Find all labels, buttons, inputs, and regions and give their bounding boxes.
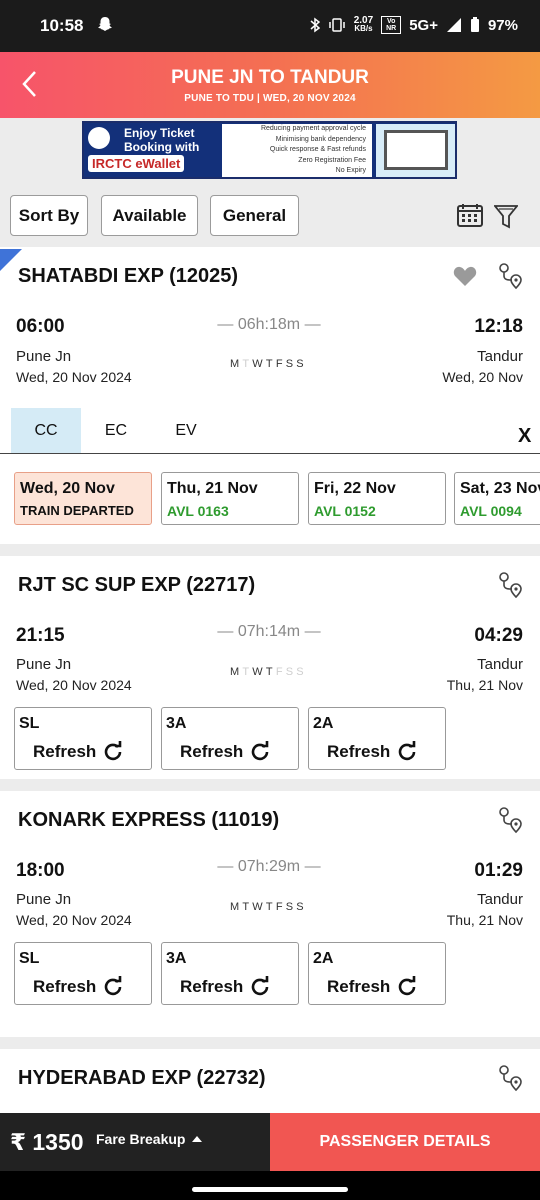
close-classes-button[interactable]: X: [518, 425, 531, 448]
train-name: SHATABDI EXP (12025): [18, 265, 239, 287]
destination-station: Tandur: [477, 891, 523, 908]
departure-date: Wed, 20 Nov 2024: [16, 677, 132, 693]
refresh-icon[interactable]: [396, 741, 418, 763]
class-availability-card[interactable]: SL Refresh: [14, 707, 152, 770]
departure-time: 06:00: [16, 316, 65, 337]
route-icon[interactable]: [497, 1064, 523, 1092]
signal-icon: [446, 18, 461, 32]
banner-headline: Enjoy Ticket Booking with: [124, 126, 200, 154]
status-bar: 10:58 2.07 KB/s Vo NR 5G+ 97%: [0, 0, 540, 52]
route-icon[interactable]: [497, 806, 523, 834]
class-availability-card[interactable]: 3A Refresh: [161, 942, 299, 1005]
network-type: 5G+: [409, 16, 438, 34]
class-availability-card[interactable]: 2A Refresh: [308, 707, 446, 770]
arrival-date: Thu, 21 Nov: [446, 912, 523, 928]
train-name: RJT SC SUP EXP (22717): [18, 574, 256, 596]
sort-by-button[interactable]: Sort By: [10, 195, 88, 236]
running-days: MTWTFSS: [230, 901, 307, 913]
class-tab-ev[interactable]: EV: [151, 408, 221, 453]
origin-station: Pune Jn: [16, 348, 72, 365]
page-title: PUNE JN TO TANDUR: [171, 67, 369, 88]
home-gesture-handle[interactable]: [192, 1187, 348, 1192]
banner-illustration: [376, 124, 455, 177]
filter-icon[interactable]: [494, 204, 518, 230]
divider: [0, 453, 540, 454]
calendar-icon[interactable]: [457, 203, 483, 227]
status-time: 10:58: [40, 16, 84, 35]
caret-up-icon: [192, 1136, 203, 1142]
journey-duration: — 07h:14m —: [217, 623, 321, 640]
refresh-icon[interactable]: [396, 976, 418, 998]
fare-amount: ₹ 1350: [10, 1129, 84, 1155]
general-quota-button[interactable]: General: [210, 195, 299, 236]
refresh-icon[interactable]: [249, 976, 271, 998]
volte-badge: Vo NR: [381, 16, 402, 34]
page-subtitle: PUNE TO TDU | WED, 20 NOV 2024: [184, 93, 356, 104]
fare-breakup-toggle[interactable]: Fare Breakup: [96, 1131, 203, 1147]
origin-station: Pune Jn: [16, 891, 72, 908]
favorite-heart-icon[interactable]: [453, 265, 477, 287]
destination-station: Tandur: [477, 348, 523, 365]
vibrate-icon: [328, 18, 345, 32]
snapchat-icon: [96, 15, 114, 38]
train-name: HYDERABAD EXP (22732): [18, 1067, 266, 1089]
refresh-icon[interactable]: [102, 741, 124, 763]
date-availability-card[interactable]: Sat, 23 Nov AVL 0094: [454, 472, 540, 525]
destination-station: Tandur: [477, 656, 523, 673]
train-card[interactable]: KONARK EXPRESS (11019) 18:00 — 07h:29m —…: [0, 791, 540, 1037]
class-tab-ec[interactable]: EC: [81, 408, 151, 453]
journey-header: PUNE JN TO TANDUR PUNE TO TDU | WED, 20 …: [0, 52, 540, 118]
irctc-logo: [88, 127, 110, 149]
banner-features: Reducing payment approval cycle Minimisi…: [222, 124, 372, 177]
class-availability-card[interactable]: SL Refresh: [14, 942, 152, 1005]
class-tab-cc[interactable]: CC: [11, 408, 81, 453]
origin-station: Pune Jn: [16, 656, 72, 673]
refresh-icon[interactable]: [102, 976, 124, 998]
arrival-date: Wed, 20 Nov: [442, 369, 523, 385]
ewallet-banner[interactable]: Enjoy Ticket Booking with IRCTC eWallet R…: [82, 121, 457, 179]
booking-bar: ₹ 1350 Fare Breakup PASSENGER DETAILS: [0, 1113, 540, 1171]
train-name: KONARK EXPRESS (11019): [18, 809, 280, 831]
system-nav-bar: [0, 1171, 540, 1200]
departure-time: 21:15: [16, 625, 65, 646]
arrival-time: 04:29: [474, 625, 523, 646]
class-availability-card[interactable]: 2A Refresh: [308, 942, 446, 1005]
arrival-date: Thu, 21 Nov: [446, 677, 523, 693]
battery-icon: [470, 17, 479, 32]
running-days: MTWTFSS: [230, 666, 307, 678]
system-indicators: 2.07 KB/s Vo NR 5G+ 97%: [310, 16, 518, 34]
arrival-time: 12:18: [474, 316, 523, 337]
network-speed: 2.07 KB/s: [353, 15, 374, 33]
refresh-icon[interactable]: [249, 741, 271, 763]
banner-brand: IRCTC eWallet: [88, 155, 185, 172]
date-availability-card[interactable]: Wed, 20 Nov TRAIN DEPARTED: [14, 472, 152, 525]
train-card[interactable]: HYDERABAD EXP (22732): [0, 1049, 540, 1113]
route-icon[interactable]: [497, 262, 523, 290]
running-days: MTWTFSS: [230, 358, 307, 370]
available-filter-button[interactable]: Available: [101, 195, 198, 236]
departure-time: 18:00: [16, 860, 65, 881]
journey-duration: — 07h:29m —: [217, 858, 321, 875]
departure-date: Wed, 20 Nov 2024: [16, 912, 132, 928]
bluetooth-icon: [310, 17, 320, 33]
arrival-time: 01:29: [474, 860, 523, 881]
route-icon[interactable]: [497, 571, 523, 599]
class-availability-card[interactable]: 3A Refresh: [161, 707, 299, 770]
departure-date: Wed, 20 Nov 2024: [16, 369, 132, 385]
date-availability-card[interactable]: Fri, 22 Nov AVL 0152: [308, 472, 446, 525]
passenger-details-button[interactable]: PASSENGER DETAILS: [270, 1113, 540, 1171]
battery-level: 97%: [487, 16, 518, 34]
journey-duration: — 06h:18m —: [217, 316, 321, 333]
train-card[interactable]: RJT SC SUP EXP (22717) 21:15 — 07h:14m —…: [0, 556, 540, 779]
date-availability-card[interactable]: Thu, 21 Nov AVL 0163: [161, 472, 299, 525]
